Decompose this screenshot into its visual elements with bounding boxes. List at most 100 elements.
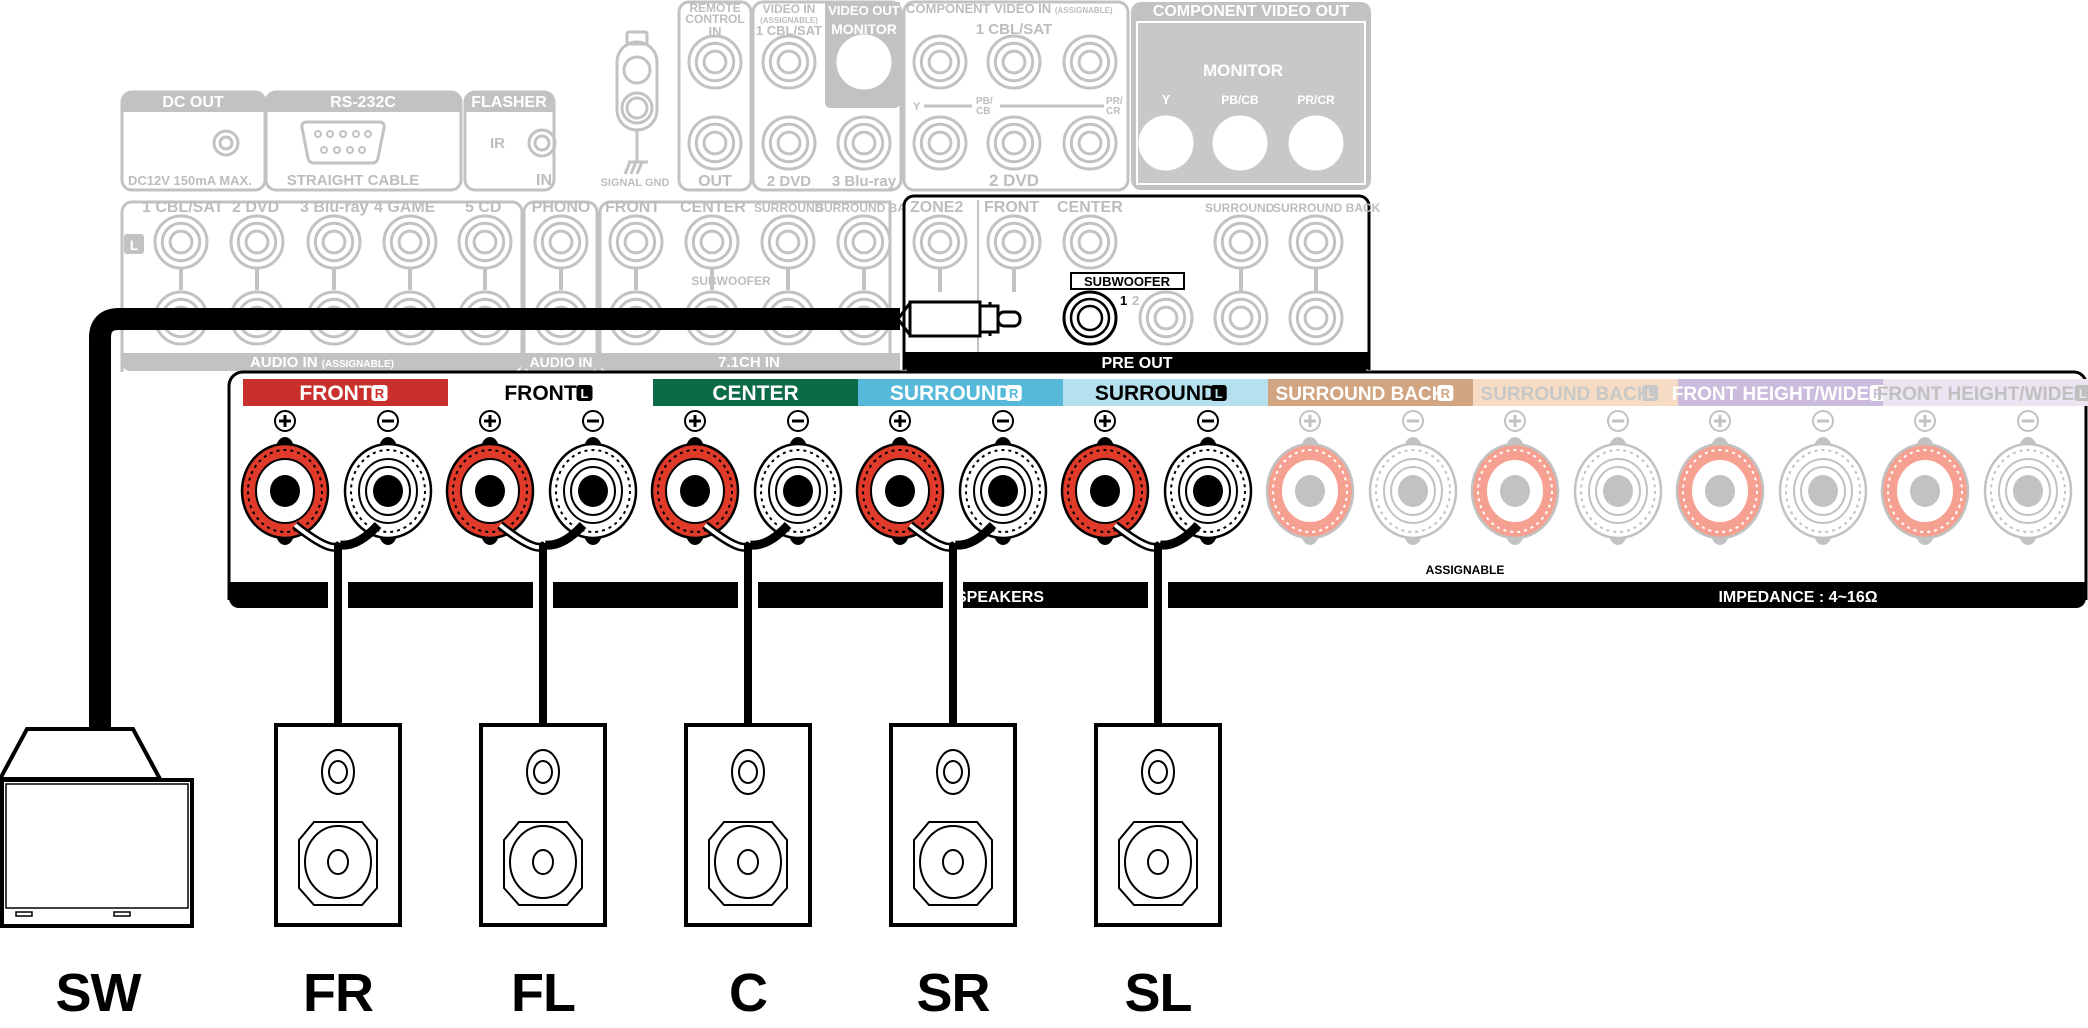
audio-jack: [457, 214, 513, 270]
terminal-label: FRONT: [504, 382, 576, 405]
pre-out-jack-zone2: [912, 214, 968, 270]
audio-in-3-label: 3 Blu-ray: [300, 199, 369, 216]
audio-jack: [836, 214, 892, 270]
component-in-jack: [912, 34, 968, 90]
speaker-sl: [1094, 723, 1222, 927]
dc-out-label: DC OUT: [162, 94, 224, 111]
minus-icon: [1812, 410, 1834, 432]
phono-footer: AUDIO IN: [530, 354, 593, 370]
impedance-label: IMPEDANCE : 4~16Ω: [1718, 589, 1877, 606]
remote-out-label: OUT: [698, 173, 732, 190]
pre-out-surround-back-label: SURROUND BACK: [1273, 201, 1381, 215]
plus-icon: [1914, 410, 1936, 432]
ch71-center-label: CENTER: [680, 199, 746, 216]
side-badge-text: R: [1441, 386, 1451, 401]
subwoofer-1-jack[interactable]: [1062, 290, 1118, 346]
pre-out-jack-front: [986, 214, 1042, 270]
flasher-section: FLASHER IR IN: [463, 90, 557, 192]
connection-diagram: DC OUT DC12V 150mA MAX. RS-232C STRAIGHT…: [0, 0, 2088, 928]
component-out-monitor-label: MONITOR: [1203, 61, 1283, 80]
audio-jack: [684, 214, 740, 270]
minus-icon: [1197, 410, 1219, 432]
component-out-jack: [1138, 115, 1194, 171]
minus-icon: [1402, 410, 1424, 432]
pre-out-jack-subwoofer-2: [1138, 290, 1194, 346]
minus-icon: [582, 410, 604, 432]
speaker-fl: [479, 723, 607, 927]
pre-out-subwoofer-label: SUBWOOFER: [1084, 274, 1171, 289]
dc-out-note: DC12V 150mA MAX.: [128, 173, 252, 188]
rs232c-section: RS-232C STRAIGHT CABLE: [264, 90, 463, 192]
video-out-monitor-jack: [836, 34, 892, 90]
speaker-sr: [889, 723, 1017, 927]
side-badge-text: L: [1215, 386, 1223, 401]
speaker-fr: [274, 723, 402, 927]
component-in-jack: [1062, 115, 1118, 171]
ch71-subwoofer-label: SUBWOOFER: [691, 274, 771, 288]
plus-icon: [1299, 410, 1321, 432]
component-in-jack: [986, 34, 1042, 90]
speaker-label-c: C: [729, 963, 768, 1023]
minus-icon: [377, 410, 399, 432]
video-jack: [761, 115, 817, 171]
component-out-jack: [1288, 115, 1344, 171]
pre-out-jack-surround-back: [1288, 290, 1344, 346]
plus-icon: [1709, 410, 1731, 432]
video-out-label: VIDEO OUT: [828, 3, 900, 18]
side-badge-text: L: [1646, 386, 1654, 401]
component-in-cr: CR: [1106, 106, 1121, 117]
component-out-pbcb: PB/CB: [1221, 93, 1259, 107]
terminal-label: FRONT: [299, 382, 371, 405]
pre-out-jack-surround: [1213, 290, 1269, 346]
plus-icon: [1504, 410, 1526, 432]
speaker-label-sl: SL: [1124, 963, 1192, 1023]
video-in-label: VIDEO IN: [763, 2, 816, 16]
plus-icon: [889, 410, 911, 432]
terminal-label: SURROUND BACK: [1481, 384, 1651, 405]
minus-icon: [2017, 410, 2039, 432]
audio-in-left-badge: L: [130, 237, 139, 253]
terminal-label: CENTER: [712, 382, 798, 405]
component-out-prcr: PR/CR: [1297, 93, 1335, 107]
terminal-label: SURROUND: [1095, 382, 1216, 405]
dc-out-section: DC OUT DC12V 150mA MAX.: [120, 90, 267, 192]
side-badge-text: L: [2079, 386, 2087, 401]
phono-label: PHONO: [532, 199, 591, 216]
pre-out-jack-surround: [1213, 214, 1269, 270]
audio-jack: [153, 214, 209, 270]
audio-jack: [382, 214, 438, 270]
audio-jack: [760, 214, 816, 270]
component-in-jack: [986, 115, 1042, 171]
speaker-sw: [0, 727, 194, 928]
pre-out-jack-surround-back: [1288, 214, 1344, 270]
component-in-cb: CB: [976, 106, 990, 117]
speakers: [0, 723, 1222, 928]
speaker-label-sw: SW: [55, 963, 142, 1023]
assignable-label: ASSIGNABLE: [1426, 563, 1505, 577]
audio-jack: [229, 214, 285, 270]
minus-icon: [787, 410, 809, 432]
pre-out-zone2-label: ZONE2: [910, 199, 963, 216]
ch71-surround-label: SURROUND: [754, 201, 824, 215]
rs232c-note: STRAIGHT CABLE: [287, 172, 420, 189]
flasher-label: FLASHER: [471, 94, 547, 111]
component-in-bottom-label: 2 DVD: [989, 171, 1039, 190]
video-in-3-label: 3 Blu-ray: [832, 173, 897, 190]
terminal-label: FRONT HEIGHT/WIDE: [1877, 384, 2074, 405]
terminal-label: SURROUND: [890, 382, 1011, 405]
terminal-label: FRONT HEIGHT/WIDE: [1672, 384, 1869, 405]
audio-jack: [533, 214, 589, 270]
subwoofer-1-label: 1: [1120, 293, 1127, 308]
component-in-jack: [1062, 34, 1118, 90]
pre-out-footer: PRE OUT: [1101, 355, 1172, 372]
side-badge-text: R: [1009, 386, 1019, 401]
plus-icon: [479, 410, 501, 432]
speaker-label-sr: SR: [916, 963, 990, 1023]
pre-out-surround-label: SURROUND: [1205, 201, 1275, 215]
video-jack: [761, 34, 817, 90]
plus-icon: [684, 410, 706, 432]
ch71-footer: 7.1CH IN: [718, 354, 780, 371]
audio-jack: [306, 214, 362, 270]
video-jack: [836, 115, 892, 171]
signal-gnd-label: SIGNAL GND: [601, 177, 670, 189]
